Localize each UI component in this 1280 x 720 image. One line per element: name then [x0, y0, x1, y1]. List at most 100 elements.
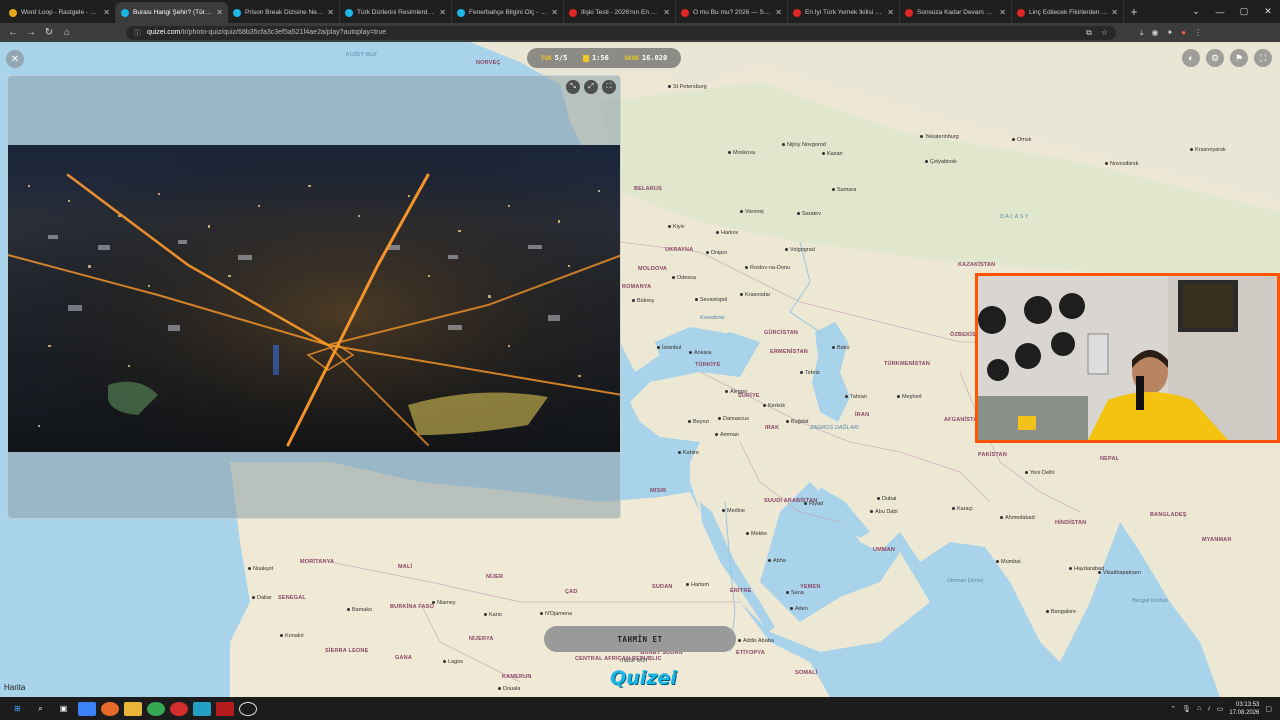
- tab-search-icon[interactable]: ⌄: [1184, 6, 1208, 17]
- tab-favicon-icon: [569, 8, 577, 17]
- map-city-label: Krasnodar: [740, 292, 770, 298]
- obs-icon[interactable]: [238, 701, 257, 716]
- home-button[interactable]: ⌂: [58, 27, 76, 38]
- new-tab-button[interactable]: +: [1124, 5, 1144, 19]
- map-city-label: Novosibirsk: [1105, 161, 1138, 167]
- tab-close-icon[interactable]: ✕: [775, 8, 782, 17]
- map-city-label: Krasnoyarsk: [1190, 147, 1226, 153]
- theme-toggle-icon[interactable]: ◐: [1182, 49, 1200, 67]
- browser-tab[interactable]: Fenerbahçe Bilgini Ölç - Quizei✕: [452, 2, 564, 23]
- map-city-label: Ahmedabad: [1000, 515, 1035, 521]
- map-city-label: Saratov: [797, 211, 821, 217]
- notifications-icon[interactable]: ▢: [1265, 705, 1272, 713]
- extension-shield-icon[interactable]: ◉: [1152, 28, 1159, 38]
- city-dot-icon: [877, 497, 880, 501]
- map-city-label: Douala: [498, 686, 520, 692]
- map-city-label: Dnipro: [706, 250, 727, 256]
- browser-tab[interactable]: En İyi Türk Yemek İkilisi Hangisi?✕: [788, 2, 900, 23]
- city-dot-icon: [689, 351, 692, 355]
- back-button[interactable]: ←: [4, 27, 22, 38]
- network-icon[interactable]: ⌂: [1197, 705, 1201, 712]
- map-sea-label: Bengal Körfezi: [1132, 598, 1168, 604]
- extensions-puzzle-icon[interactable]: ✦: [1167, 28, 1174, 38]
- map-country-label: MOLDOVA: [638, 266, 668, 272]
- map-city-label: Meşhed: [897, 394, 922, 400]
- task-view-icon[interactable]: ▣: [55, 702, 73, 716]
- map-country-label: ROMANYA: [622, 284, 652, 290]
- city-dot-icon: [786, 591, 789, 595]
- tab-close-icon[interactable]: ✕: [1111, 8, 1118, 17]
- notepad-icon[interactable]: [192, 701, 211, 716]
- fullscreen-icon[interactable]: ⛶: [1254, 49, 1272, 67]
- close-quiz-button[interactable]: ✕: [6, 50, 24, 68]
- system-clock[interactable]: 03:13:53 17.08.2026: [1229, 701, 1259, 717]
- city-dot-icon: [1025, 471, 1028, 475]
- city-night-photo: [8, 145, 620, 452]
- tray-chevron-icon[interactable]: ⌃: [1170, 705, 1176, 713]
- city-dot-icon: [280, 634, 283, 638]
- map-city-label: Volgograd: [785, 247, 815, 253]
- city-dot-icon: [1190, 148, 1193, 152]
- map-city-label: Kiyiv: [668, 224, 685, 230]
- map-city-label: Kahire: [678, 450, 699, 456]
- city-dot-icon: [740, 210, 743, 214]
- map-sea-label: KUZEY BUZ: [346, 52, 377, 58]
- browser-tab[interactable]: Word Loop - Rastgele - Quizei ✕: [4, 2, 116, 23]
- tab-close-icon[interactable]: ✕: [327, 8, 334, 17]
- tab-close-icon[interactable]: ✕: [887, 8, 894, 17]
- opera-icon[interactable]: [169, 701, 188, 716]
- forward-button[interactable]: →: [22, 27, 40, 38]
- battery-icon[interactable]: ▭: [1217, 705, 1224, 713]
- bookmark-star-icon[interactable]: ☆: [1101, 28, 1108, 38]
- maximize-button[interactable]: ▢: [1232, 6, 1256, 17]
- fullscreen-photo-icon[interactable]: ⛶: [602, 80, 616, 94]
- browser-tab[interactable]: İlişki Testi - 2026'nın En Viral Testi✕: [564, 2, 676, 23]
- map-city-label: Nuakşot: [248, 566, 273, 572]
- settings-gear-icon[interactable]: ⚙: [1206, 49, 1224, 67]
- site-info-icon[interactable]: ⓘ: [134, 28, 141, 38]
- tab-close-icon[interactable]: ✕: [216, 8, 223, 17]
- map-city-label: Tahran: [845, 394, 867, 400]
- guess-button[interactable]: TAHMİN ET: [544, 626, 736, 652]
- chrome-icon[interactable]: [146, 701, 165, 716]
- file-explorer-icon[interactable]: [123, 701, 142, 716]
- install-app-icon[interactable]: ⧉: [1086, 28, 1092, 38]
- browser-tab[interactable]: Türk Dizilerini Resimlerden Tahmin Et✕: [340, 2, 452, 23]
- map-city-label: Amman: [715, 432, 739, 438]
- minimize-button[interactable]: —: [1208, 7, 1232, 17]
- browser-tab[interactable]: Sonsuza Kadar Devam Edecek İlişki✕: [900, 2, 1012, 23]
- browser-tab[interactable]: O mu Bu mu? 2026 — Sevgilini Test Et✕: [676, 2, 788, 23]
- app-icon-1[interactable]: [77, 701, 96, 716]
- report-flag-icon[interactable]: ⚑: [1230, 49, 1248, 67]
- tab-close-icon[interactable]: ✕: [663, 8, 670, 17]
- browser-tab[interactable]: Linç Edilecek Fikirlerden Hangisi?✕: [1012, 2, 1124, 23]
- tab-close-icon[interactable]: ✕: [999, 8, 1006, 17]
- expand-panel-icon[interactable]: ⤢: [584, 80, 598, 94]
- recording-app-icon[interactable]: [215, 701, 234, 716]
- reload-button[interactable]: ↻: [40, 27, 58, 38]
- profile-avatar-icon[interactable]: ●: [1181, 28, 1186, 38]
- map-city-label: Bağdat: [786, 419, 808, 425]
- browser-menu-icon[interactable]: ⋮: [1194, 28, 1202, 38]
- browser-tab[interactable]: Burası Hangi Şehir? (Türkiye) - Quizei✕: [116, 2, 228, 23]
- tab-favicon-icon: [905, 8, 913, 17]
- address-bar[interactable]: ⓘ quizei.com /tr/photo-quiz/quiz/68b35cf…: [126, 25, 1116, 40]
- browser-tab[interactable]: Prison Break Dizisine Ne Kadar Hakimsin?…: [228, 2, 340, 23]
- tab-close-icon[interactable]: ✕: [551, 8, 558, 17]
- tab-close-icon[interactable]: ✕: [439, 8, 446, 17]
- close-window-button[interactable]: ✕: [1256, 6, 1280, 17]
- city-dot-icon: [722, 509, 725, 513]
- volume-icon[interactable]: ♪: [1207, 705, 1211, 712]
- tab-favicon-icon: [793, 8, 801, 17]
- search-icon[interactable]: ⌕: [32, 702, 50, 716]
- tab-close-icon[interactable]: ✕: [103, 8, 110, 17]
- tab-favicon-icon: [233, 8, 241, 17]
- start-windows-icon[interactable]: ⊞: [9, 702, 27, 716]
- city-dot-icon: [832, 188, 835, 192]
- downloads-icon[interactable]: ⤓: [1140, 28, 1144, 38]
- microphone-icon[interactable]: 🎙: [1182, 705, 1191, 713]
- firefox-icon[interactable]: [100, 701, 119, 716]
- city-dot-icon: [1069, 567, 1072, 571]
- shrink-panel-icon[interactable]: ⤡: [566, 80, 580, 94]
- quizei-logo[interactable]: Quizei: [610, 667, 677, 689]
